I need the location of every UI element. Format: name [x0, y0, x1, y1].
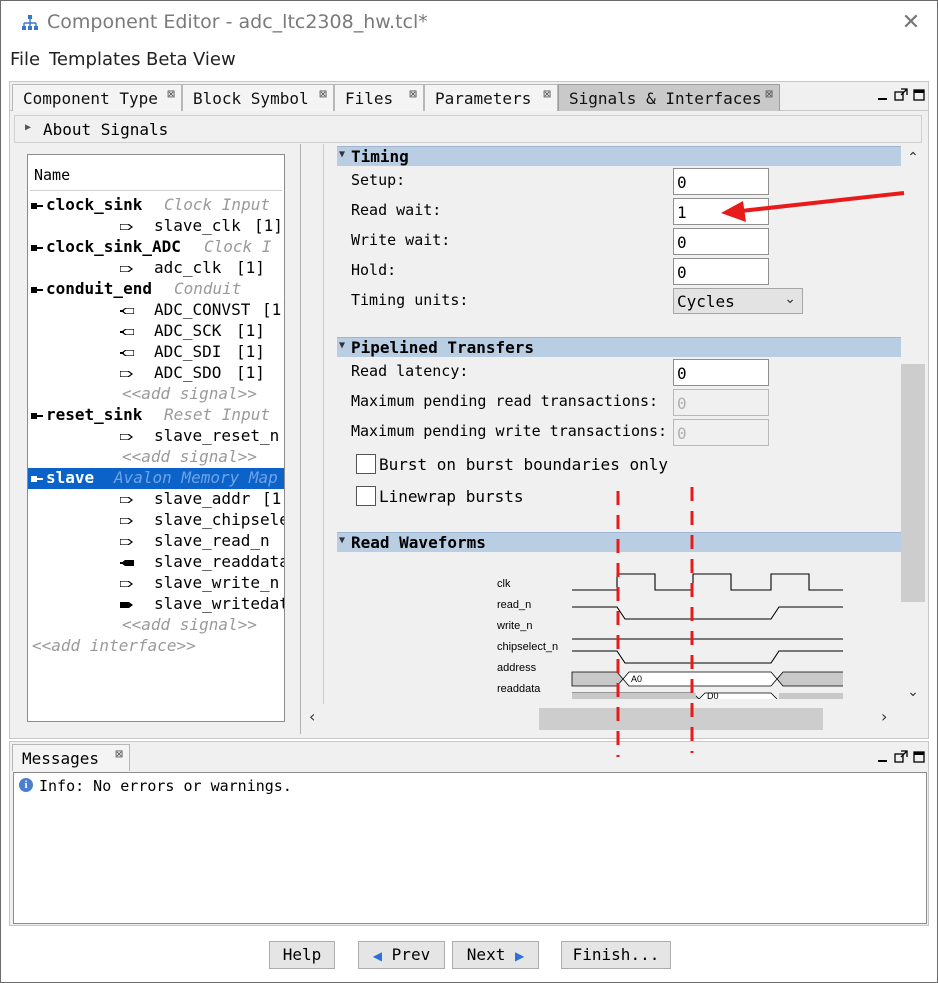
red-arrow-shaft	[740, 191, 905, 213]
annotation-overlay	[616, 191, 905, 757]
red-arrow-head	[721, 201, 746, 222]
component-editor-window: Component Editor - adc_ltc2308_hw.tcl* ✕…	[0, 0, 938, 983]
